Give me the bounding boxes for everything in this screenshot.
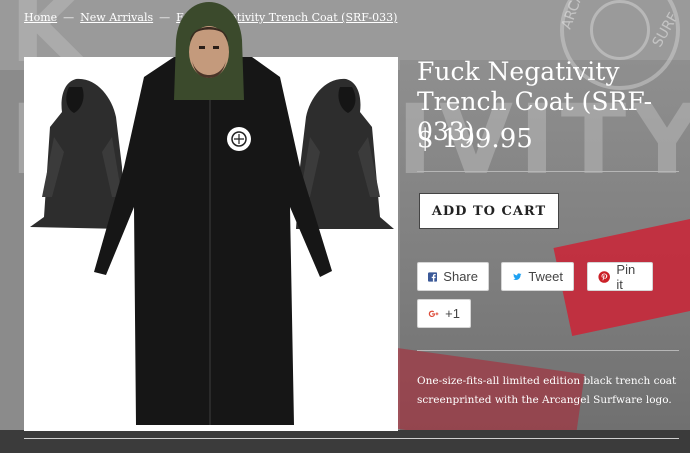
- breadcrumb-home-link[interactable]: Home: [24, 11, 57, 24]
- breadcrumb-category-link[interactable]: New Arrivals: [80, 11, 153, 24]
- product-image[interactable]: [24, 57, 398, 431]
- model-head-photo: [174, 2, 244, 100]
- twitter-share-button[interactable]: Tweet: [501, 262, 574, 291]
- google-plus-label: +1: [445, 306, 460, 321]
- divider: [417, 171, 679, 172]
- footer-divider: [24, 438, 679, 439]
- google-plus-icon: [428, 310, 439, 317]
- pinterest-pin-button[interactable]: Pin it: [587, 261, 653, 292]
- pinterest-icon: [598, 270, 610, 283]
- seal-text-graphic: ARCANGEL SURF: [560, 0, 682, 50]
- svg-text:ARCANGEL: ARCANGEL: [560, 0, 600, 31]
- add-to-cart-button[interactable]: ADD TO CART: [419, 193, 559, 229]
- facebook-icon: [428, 271, 438, 282]
- pinterest-pin-label: Pin it: [616, 261, 636, 292]
- google-plus-button[interactable]: +1: [417, 299, 471, 328]
- facebook-share-label: Share: [443, 269, 478, 284]
- facebook-share-button[interactable]: Share: [417, 262, 489, 291]
- product-price: $ 199.95: [417, 124, 533, 154]
- divider: [417, 350, 679, 351]
- svg-text:SURF: SURF: [650, 10, 682, 50]
- product-description: One-size-fits-all limited edition black …: [417, 375, 677, 406]
- left-hooded-figure: [30, 78, 124, 229]
- background-bottom-band: [0, 430, 690, 453]
- twitter-share-label: Tweet: [528, 269, 563, 284]
- breadcrumb-separator: —: [63, 11, 75, 24]
- trench-coat-illustration: [30, 57, 394, 425]
- main-trench-coat: [94, 57, 332, 425]
- twitter-icon: [513, 272, 522, 280]
